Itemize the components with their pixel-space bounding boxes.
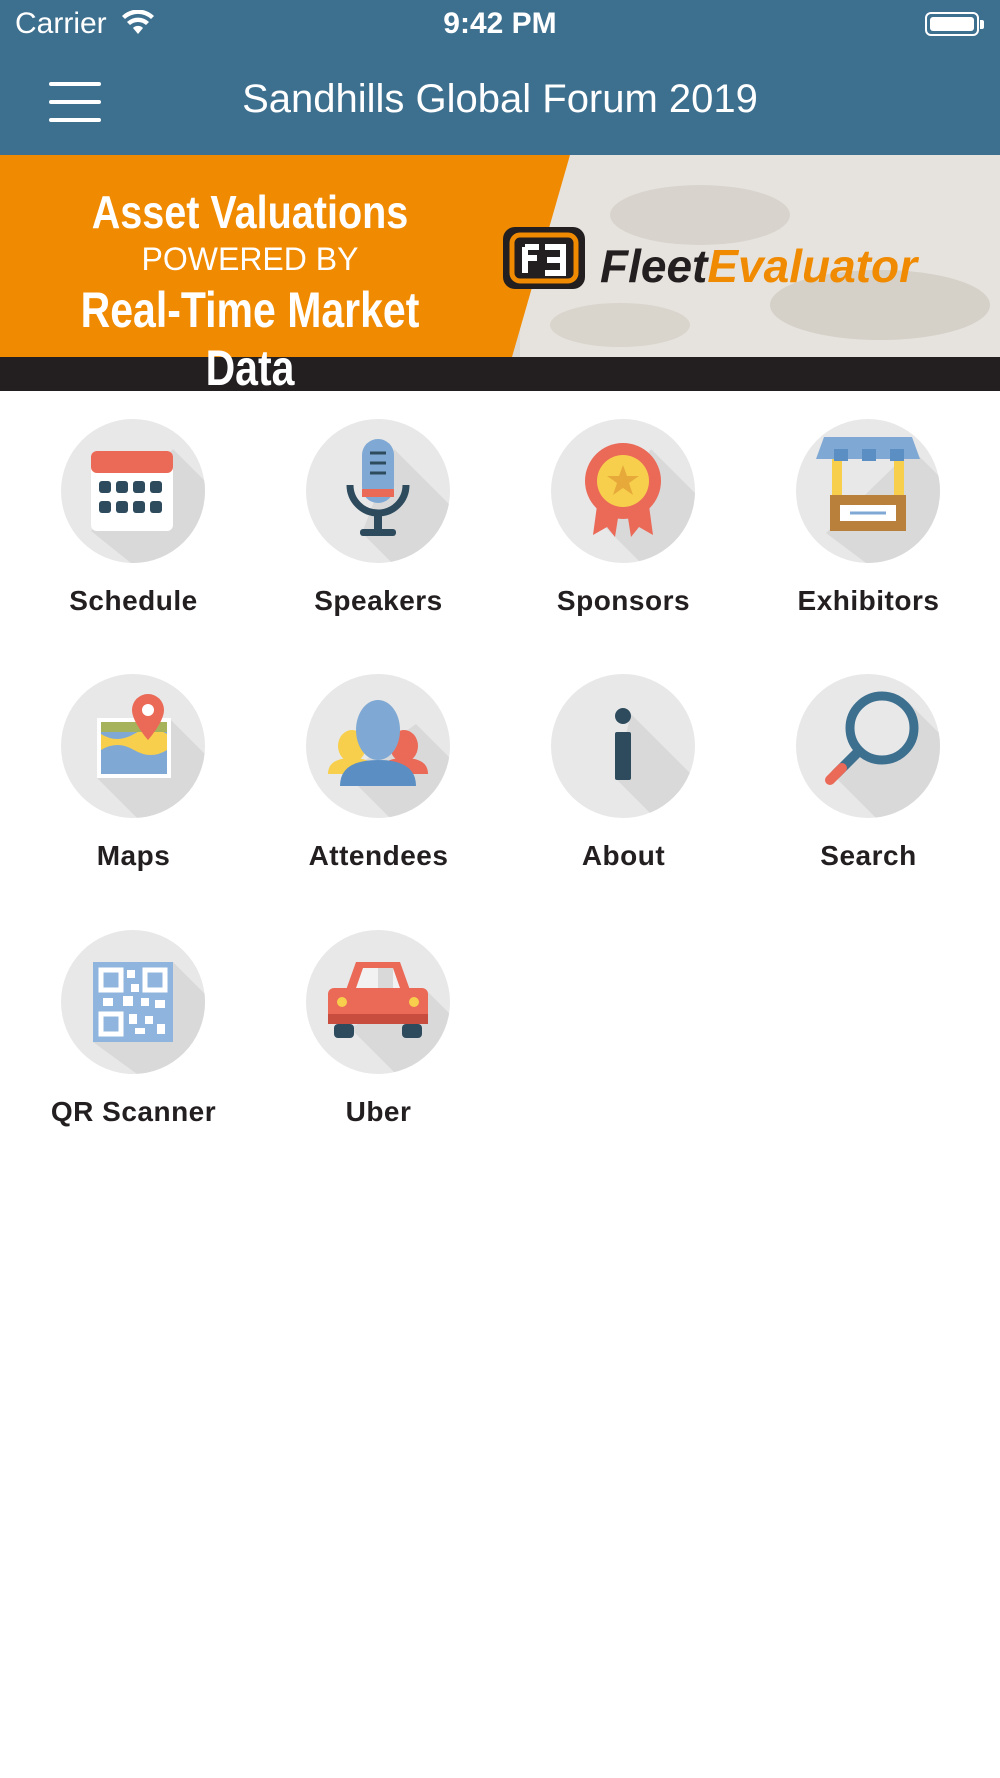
award-ribbon-icon bbox=[551, 419, 695, 563]
top-bar: Carrier 9:42 PM Sandhills Global Forum 2… bbox=[0, 0, 1000, 155]
car-icon bbox=[306, 930, 450, 1074]
tile-label: Maps bbox=[96, 840, 171, 871]
tile-schedule[interactable]: Schedule bbox=[11, 419, 256, 649]
tile-sponsors[interactable]: Sponsors bbox=[501, 419, 746, 649]
tile-label: Sponsors bbox=[556, 585, 691, 616]
tile-about[interactable]: About bbox=[501, 674, 746, 904]
booth-icon bbox=[796, 419, 940, 563]
info-icon bbox=[551, 674, 695, 818]
tile-search[interactable]: Search bbox=[746, 674, 991, 904]
tile-label: Speakers bbox=[314, 585, 443, 616]
banner-tagline: Real-Time Market Data bbox=[80, 282, 420, 391]
microphone-icon bbox=[306, 419, 450, 563]
status-bar: Carrier 9:42 PM bbox=[0, 0, 1000, 50]
tile-maps[interactable]: Maps bbox=[11, 674, 256, 904]
tile-exhibitors[interactable]: Exhibitors bbox=[746, 419, 991, 649]
magnifier-icon bbox=[796, 674, 940, 818]
tile-label: QR Scanner bbox=[50, 1096, 217, 1127]
battery-icon bbox=[925, 12, 984, 36]
banner-brand-part2: Evaluator bbox=[707, 240, 918, 292]
tile-attendees[interactable]: Attendees bbox=[256, 674, 501, 904]
map-pin-icon bbox=[61, 674, 205, 818]
fleetevaluator-logo-icon bbox=[503, 227, 585, 289]
calendar-icon bbox=[61, 419, 205, 563]
banner-brand-part1: Fleet bbox=[600, 240, 708, 292]
banner-subline: POWERED BY bbox=[141, 241, 359, 277]
tile-speakers[interactable]: Speakers bbox=[256, 419, 501, 649]
people-icon bbox=[306, 674, 450, 818]
page-title: Sandhills Global Forum 2019 bbox=[242, 77, 758, 121]
tile-label: Search bbox=[820, 840, 917, 871]
qr-code-icon bbox=[61, 930, 205, 1074]
tile-label: Attendees bbox=[308, 840, 449, 871]
tile-uber[interactable]: Uber bbox=[256, 930, 501, 1160]
tile-label: Uber bbox=[345, 1096, 412, 1127]
banner-headline: Asset Valuations bbox=[91, 186, 409, 238]
tile-label: About bbox=[581, 840, 666, 871]
ad-banner[interactable]: Asset Valuations POWERED BY Real-Time Ma… bbox=[0, 155, 1000, 391]
tile-qr-scanner[interactable]: QR Scanner bbox=[11, 930, 256, 1160]
tile-label: Exhibitors bbox=[797, 585, 940, 616]
banner-brand: FleetEvaluator bbox=[600, 239, 917, 293]
tile-label: Schedule bbox=[69, 585, 198, 616]
status-time: 9:42 PM bbox=[443, 7, 557, 40]
